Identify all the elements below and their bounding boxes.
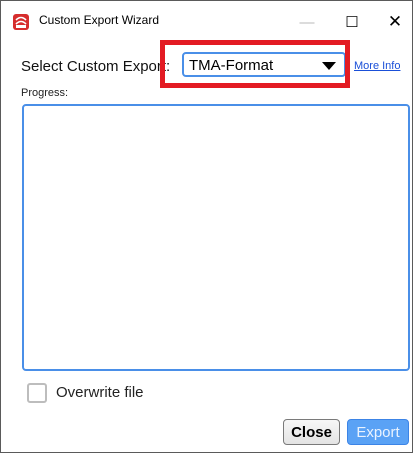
minimize-icon: —	[299, 13, 315, 31]
overwrite-checkbox[interactable]	[27, 383, 47, 403]
export-wizard-window: Custom Export Wizard — ☐ ✕ Select Custom…	[0, 0, 413, 453]
maximize-button[interactable]: ☐	[332, 9, 372, 35]
select-export-label: Select Custom Export:	[21, 58, 171, 75]
maximize-icon: ☐	[345, 14, 359, 31]
progress-label: Progress:	[21, 87, 69, 99]
progress-log-area[interactable]	[22, 104, 410, 371]
more-info-link[interactable]: More Info	[354, 60, 400, 72]
highlight-box	[160, 40, 350, 88]
app-logo-icon	[13, 14, 29, 30]
close-button[interactable]: Close	[283, 419, 340, 445]
minimize-button[interactable]: —	[287, 9, 327, 35]
overwrite-label: Overwrite file	[56, 384, 144, 401]
window-title: Custom Export Wizard	[39, 13, 160, 27]
export-button[interactable]: Export	[347, 419, 409, 445]
close-window-button[interactable]: ✕	[375, 9, 413, 35]
title-bar: Custom Export Wizard — ☐ ✕	[1, 1, 412, 41]
close-icon: ✕	[387, 12, 403, 31]
